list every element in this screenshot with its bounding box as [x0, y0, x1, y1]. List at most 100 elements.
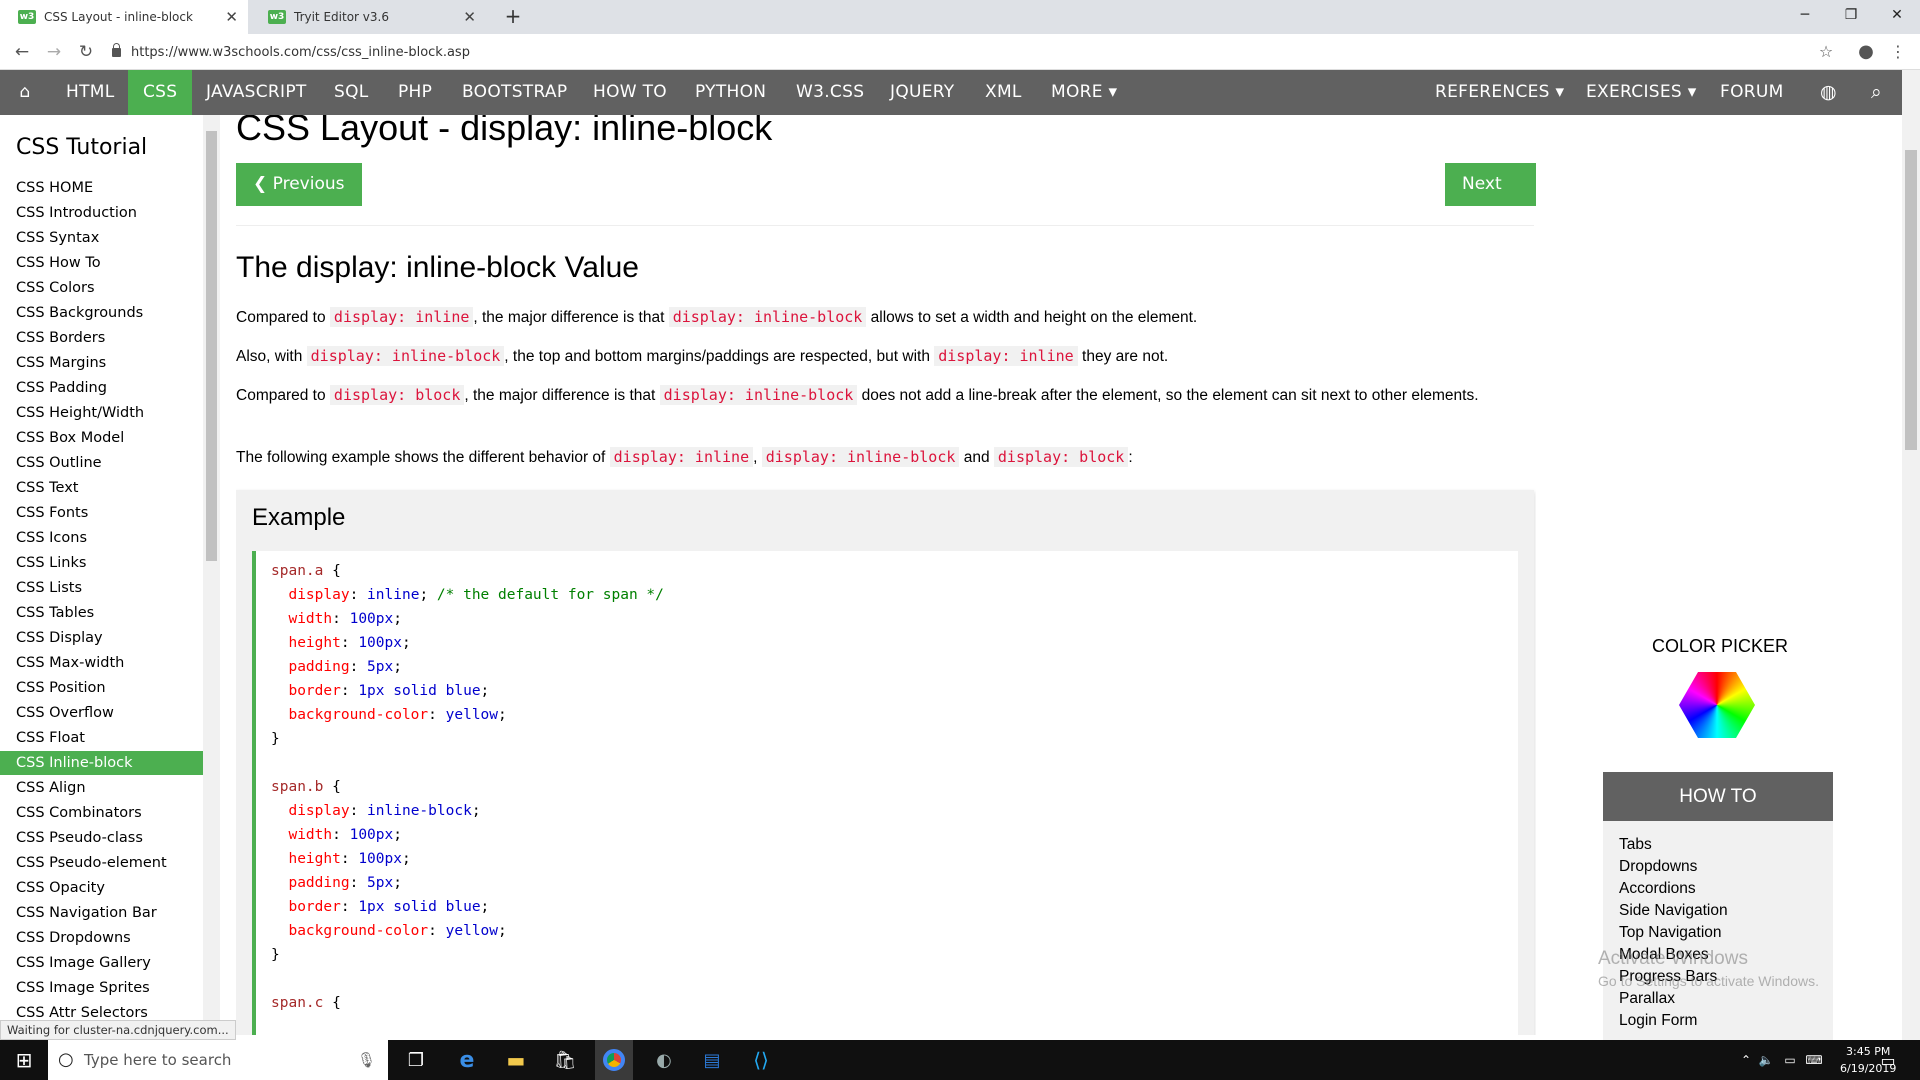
sidebar-item-css-navigation-bar[interactable]: CSS Navigation Bar	[0, 901, 203, 925]
restore-button[interactable]: ❐	[1828, 0, 1874, 30]
sidebar-item-css-syntax[interactable]: CSS Syntax	[0, 226, 203, 250]
sidebar-item-css-pseudo-element[interactable]: CSS Pseudo-element	[0, 851, 203, 875]
page-scrollbar-thumb[interactable]	[1905, 150, 1917, 450]
sidebar-item-css-image-sprites[interactable]: CSS Image Sprites	[0, 976, 203, 1000]
color-picker-hexagon-icon[interactable]	[1679, 672, 1755, 738]
action-center-icon[interactable]: ▭	[1874, 1046, 1902, 1074]
sidebar-item-css-inline-block[interactable]: CSS Inline-block	[0, 751, 203, 775]
sidebar-item-css-home[interactable]: CSS HOME	[0, 176, 203, 200]
howto-link-accordions[interactable]: Accordions	[1619, 880, 1696, 898]
sidebar-item-css-pseudo-class[interactable]: CSS Pseudo-class	[0, 826, 203, 850]
sidebar-item-css-backgrounds[interactable]: CSS Backgrounds	[0, 301, 203, 325]
sidebar-item-css-introduction[interactable]: CSS Introduction	[0, 201, 203, 225]
sidebar-item-css-opacity[interactable]: CSS Opacity	[0, 876, 203, 900]
sidebar-item-css-max-width[interactable]: CSS Max-width	[0, 651, 203, 675]
howto-link-parallax[interactable]: Parallax	[1619, 990, 1675, 1008]
howto-link-tabs[interactable]: Tabs	[1619, 836, 1652, 854]
sidebar-item-css-dropdowns[interactable]: CSS Dropdowns	[0, 926, 203, 950]
sidebar-item-css-box-model[interactable]: CSS Box Model	[0, 426, 203, 450]
sidebar-item-css-how-to[interactable]: CSS How To	[0, 251, 203, 275]
taskbar-search-input[interactable]: ○ Type here to search 🎙	[48, 1040, 388, 1080]
close-window-button[interactable]: ✕	[1874, 0, 1920, 30]
page-scrollbar-track[interactable]	[1902, 70, 1920, 1040]
howto-link-dropdowns[interactable]: Dropdowns	[1619, 858, 1697, 876]
windows-start-icon[interactable]: ⊞	[10, 1046, 38, 1074]
sidebar-item-css-tables[interactable]: CSS Tables	[0, 601, 203, 625]
tab-title: Tryit Editor v3.6	[294, 10, 389, 24]
nav-python[interactable]: PYTHON	[680, 70, 781, 115]
minimize-button[interactable]: ─	[1782, 0, 1828, 30]
nav-javascript[interactable]: JAVASCRIPT	[191, 70, 322, 115]
document-icon[interactable]: ▤	[698, 1046, 726, 1074]
sidebar-item-css-outline[interactable]: CSS Outline	[0, 451, 203, 475]
sidebar-item-css-icons[interactable]: CSS Icons	[0, 526, 203, 550]
sidebar-item-css-colors[interactable]: CSS Colors	[0, 276, 203, 300]
sidebar-item-css-padding[interactable]: CSS Padding	[0, 376, 203, 400]
back-button[interactable]: ←	[10, 40, 34, 64]
address-bar[interactable]: https://www.w3schools.com/css/css_inline…	[112, 38, 1812, 66]
next-button[interactable]: Next ❯	[1445, 163, 1536, 237]
sidebar-item-css-float[interactable]: CSS Float	[0, 726, 203, 750]
sidebar-item-css-position[interactable]: CSS Position	[0, 676, 203, 700]
microphone-icon[interactable]: 🎙	[357, 1040, 376, 1080]
close-tab-icon[interactable]: ✕	[463, 8, 476, 26]
keyboard-icon[interactable]: ⌨	[1800, 1046, 1828, 1074]
sidebar-item-css-combinators[interactable]: CSS Combinators	[0, 801, 203, 825]
nav-w3css[interactable]: W3.CSS	[781, 70, 879, 115]
eclipse-icon[interactable]: ◐	[650, 1046, 678, 1074]
previous-button[interactable]: ❮ Previous	[236, 163, 362, 206]
sidebar-item-css-margins[interactable]: CSS Margins	[0, 351, 203, 375]
nav-forum[interactable]: FORUM	[1705, 70, 1799, 115]
nav-bootstrap[interactable]: BOOTSTRAP	[447, 70, 582, 115]
globe-icon[interactable]: ◍	[1805, 70, 1852, 115]
sidebar-item-css-height-width[interactable]: CSS Height/Width	[0, 401, 203, 425]
nav-xml[interactable]: XML	[970, 70, 1037, 115]
reload-button[interactable]: ↻	[74, 40, 98, 64]
nav-references[interactable]: REFERENCES ▾	[1420, 70, 1579, 115]
nav-jquery[interactable]: JQUERY	[875, 70, 970, 115]
sidebar-item-css-image-gallery[interactable]: CSS Image Gallery	[0, 951, 203, 975]
cortana-circle-icon: ○	[58, 1049, 74, 1070]
nav-css[interactable]: CSS	[128, 70, 193, 115]
sidebar-item-css-fonts[interactable]: CSS Fonts	[0, 501, 203, 525]
store-icon[interactable]: 🛍	[551, 1046, 579, 1074]
tab-tryit-editor[interactable]: w3 Tryit Editor v3.6 ✕	[250, 0, 486, 34]
brace: {	[323, 563, 341, 579]
edge-icon[interactable]: e	[453, 1046, 481, 1074]
file-explorer-icon[interactable]: ▬	[502, 1046, 530, 1074]
chrome-icon[interactable]	[595, 1040, 633, 1080]
code-line: display: inline-block;	[288, 803, 481, 819]
sidebar-item-css-text[interactable]: CSS Text	[0, 476, 203, 500]
howto-link-login-form[interactable]: Login Form	[1619, 1012, 1697, 1030]
nav-exercises[interactable]: EXERCISES ▾	[1571, 70, 1712, 115]
code-line: padding: 5px;	[288, 875, 402, 891]
howto-link-top-navigation[interactable]: Top Navigation	[1619, 924, 1722, 942]
sidebar-item-css-attr-selectors[interactable]: CSS Attr Selectors	[0, 1001, 203, 1021]
search-icon[interactable]: ⌕	[1856, 70, 1897, 115]
nav-html[interactable]: HTML	[51, 70, 130, 115]
home-icon[interactable]: ⌂	[0, 70, 50, 115]
css-value: 100px	[349, 611, 394, 627]
nav-more[interactable]: MORE ▾	[1036, 70, 1132, 115]
sidebar-item-css-borders[interactable]: CSS Borders	[0, 326, 203, 350]
brace: {	[323, 779, 341, 795]
profile-icon[interactable]: ●	[1854, 40, 1878, 64]
bookmark-star-icon[interactable]: ☆	[1814, 40, 1838, 64]
howto-link-side-navigation[interactable]: Side Navigation	[1619, 902, 1728, 920]
task-view-icon[interactable]: ❐	[402, 1046, 430, 1074]
forward-button[interactable]: →	[42, 40, 66, 64]
nav-sql[interactable]: SQL	[319, 70, 384, 115]
sidebar-item-css-links[interactable]: CSS Links	[0, 551, 203, 575]
close-tab-icon[interactable]: ✕	[225, 8, 238, 26]
nav-php[interactable]: PHP	[383, 70, 447, 115]
tab-css-layout[interactable]: w3 CSS Layout - inline-block ✕	[0, 0, 248, 34]
sidebar-item-css-align[interactable]: CSS Align	[0, 776, 203, 800]
menu-icon[interactable]: ⋮	[1886, 40, 1910, 64]
nav-how-to[interactable]: HOW TO	[578, 70, 682, 115]
sidebar-item-css-overflow[interactable]: CSS Overflow	[0, 701, 203, 725]
new-tab-button[interactable]: +	[500, 4, 526, 28]
sidebar-item-css-display[interactable]: CSS Display	[0, 626, 203, 650]
sidebar-scrollbar-thumb[interactable]	[206, 131, 217, 561]
vscode-icon[interactable]: ⟨⟩	[747, 1046, 775, 1074]
sidebar-item-css-lists[interactable]: CSS Lists	[0, 576, 203, 600]
